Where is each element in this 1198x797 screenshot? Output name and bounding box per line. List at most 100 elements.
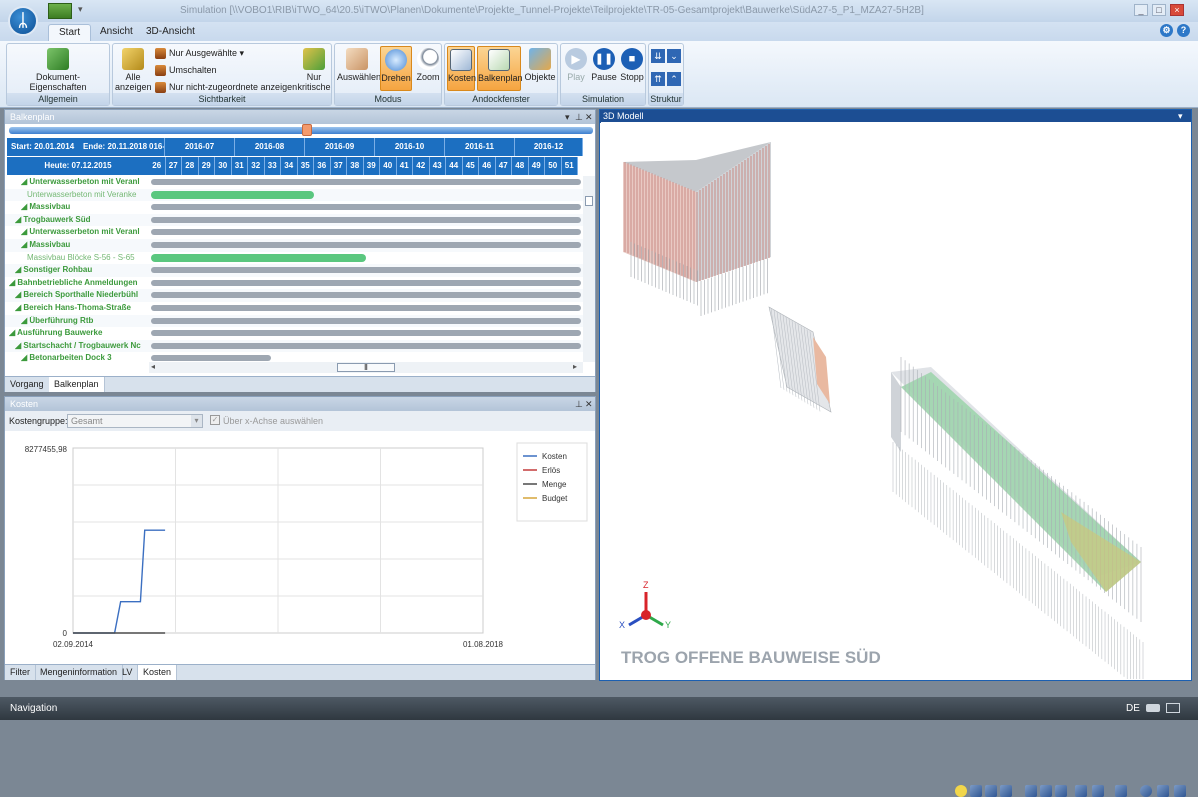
gantt-bar[interactable] <box>151 355 272 362</box>
tab-filter[interactable]: Filter <box>5 665 36 680</box>
app-logo[interactable]: ᛦ <box>8 6 38 36</box>
gantt-bar[interactable] <box>151 216 581 223</box>
gantt-row[interactable]: ◢ Sonstiger Rohbau <box>5 264 583 277</box>
scroll-left-icon[interactable]: ◂ <box>151 362 155 371</box>
gantt-bar[interactable] <box>151 190 315 199</box>
gantt-bar[interactable] <box>151 204 581 211</box>
gantt-bar[interactable] <box>151 317 581 324</box>
drehen-button[interactable]: Drehen <box>380 46 412 91</box>
gantt-row-label[interactable]: ◢ Sonstiger Rohbau <box>15 265 149 277</box>
gantt-row[interactable]: ◢ Überführung Rtb <box>5 314 583 328</box>
tab-balkenplan[interactable]: Balkenplan <box>49 377 105 392</box>
collapse-all-icon[interactable]: ⇈ <box>651 72 665 86</box>
gantt-hscrollbar[interactable]: ◂ Ⅱ ▸ <box>149 362 583 373</box>
gantt-bar[interactable] <box>151 279 581 286</box>
gantt-row[interactable]: ◢ Bahnbetriebliche Anmeldungen <box>5 277 583 290</box>
gantt-bar[interactable] <box>151 242 581 248</box>
view-back-icon[interactable] <box>1040 785 1052 797</box>
expand-all-icon[interactable]: ⇊ <box>651 49 665 63</box>
gantt-row-label[interactable]: Unterwasserbeton mit Veranke <box>27 190 149 202</box>
measure-icon[interactable] <box>1000 785 1012 797</box>
view-left-icon[interactable] <box>1075 785 1087 797</box>
bauteil-block-links[interactable] <box>623 142 771 316</box>
gantt-row[interactable]: ◢ Trogbauwerk Süd <box>5 213 583 227</box>
quick-access-menu-icon[interactable]: ▾ <box>78 4 83 15</box>
maximize-button[interactable]: □ <box>1152 4 1166 16</box>
gantt-bar[interactable] <box>151 267 581 274</box>
nur-kritische-button[interactable]: Nur kritische <box>297 48 331 92</box>
collapse-icon[interactable]: ⌃ <box>667 72 681 86</box>
nicht-zugeordnete-button[interactable]: Nur nicht-zugeordnete anzeigen <box>155 82 297 94</box>
chevron-down-icon[interactable]: ▾ <box>191 415 202 427</box>
kosten-pin-icon[interactable]: ⊥ <box>575 397 583 411</box>
kosten-button[interactable]: Kosten <box>447 46 476 91</box>
export-icon[interactable] <box>1174 785 1186 797</box>
panel-close-icon[interactable]: ✕ <box>585 110 593 124</box>
alle-anzeigen-button[interactable]: Alle anzeigen <box>115 48 152 92</box>
tab-vorgang[interactable]: Vorgang <box>5 377 50 392</box>
umschalten-button[interactable]: Umschalten <box>155 65 217 77</box>
gantt-row[interactable]: ◢ Unterwasserbeton mit Veranl <box>5 176 583 189</box>
panel-dropdown-icon[interactable]: ▾ <box>565 110 570 124</box>
gantt-row-label[interactable]: ◢ Ausführung Bauwerke <box>9 328 149 340</box>
gantt-vscroll-thumb[interactable] <box>585 196 593 206</box>
timeline-slider-thumb[interactable] <box>301 124 312 136</box>
dokument-eigenschaften-button[interactable]: Dokument-Eigenschaften <box>9 48 107 92</box>
close-button[interactable]: × <box>1170 4 1184 16</box>
view-top-icon[interactable] <box>1055 785 1067 797</box>
gantt-row-label[interactable]: ◢ Trogbauwerk Süd <box>15 215 149 227</box>
bauteil-block-mitte[interactable] <box>768 306 832 413</box>
kosten-close-icon[interactable]: ✕ <box>585 397 593 411</box>
x-achse-checkbox[interactable]: ✓ <box>210 415 220 425</box>
auswaehlen-button[interactable]: Auswählen <box>337 48 381 82</box>
kostengruppe-select[interactable]: Gesamt ▾ <box>67 414 203 428</box>
gantt-bar[interactable] <box>151 330 581 337</box>
gantt-row-label[interactable]: ◢ Massivbau <box>21 202 149 214</box>
tab-ansicht[interactable]: Ansicht <box>90 24 143 41</box>
tab-3d-ansicht[interactable]: 3D-Ansicht <box>136 24 205 41</box>
lightbulb-icon[interactable] <box>955 785 967 797</box>
gantt-bar[interactable] <box>151 229 581 236</box>
delete-icon[interactable] <box>985 785 997 797</box>
gantt-row[interactable]: ◢ Massivbau <box>5 239 583 252</box>
view-front-icon[interactable] <box>1025 785 1037 797</box>
screen-icon[interactable] <box>1166 703 1180 713</box>
gantt-row[interactable]: ◢ Ausführung Bauwerke <box>5 327 583 340</box>
settings-icon[interactable]: ⚙ <box>1160 24 1173 37</box>
scroll-right-icon[interactable]: ▸ <box>573 362 577 371</box>
trog-bauwerk-sued[interactable] <box>891 357 1144 692</box>
stopp-button[interactable]: ■ Stopp <box>619 48 645 82</box>
gantt-row-label[interactable]: ◢ Bereich Sporthalle Niederbühl <box>15 290 149 302</box>
keyboard-icon[interactable] <box>1146 704 1160 712</box>
play-button[interactable]: ▶ Play <box>563 48 589 82</box>
timeline-slider[interactable] <box>9 124 593 136</box>
gantt-bar[interactable] <box>151 179 581 185</box>
gantt-bar[interactable] <box>151 342 581 349</box>
tab-start[interactable]: Start <box>48 24 92 41</box>
walk-icon[interactable] <box>970 785 982 797</box>
balkenplan-button[interactable]: Balkenplan <box>477 46 523 91</box>
gantt-row-label[interactable]: ◢ Bahnbetriebliche Anmeldungen <box>9 278 149 290</box>
info-icon[interactable] <box>1140 785 1152 797</box>
layers-icon[interactable] <box>1157 785 1169 797</box>
gantt-row-label[interactable]: ◢ Unterwasserbeton mit Veranl <box>21 227 149 239</box>
gantt-bar[interactable] <box>151 305 581 311</box>
objekte-button[interactable]: Objekte <box>523 48 557 82</box>
3d-viewport[interactable]: Z X Y TROG OFFENE BAUWEISE SÜD <box>601 122 1191 797</box>
gantt-row-label[interactable]: ◢ Überführung Rtb <box>21 316 149 328</box>
gantt-bar[interactable] <box>151 253 366 262</box>
panel-pin-icon[interactable]: ⊥ <box>575 110 583 124</box>
gantt-row-label[interactable]: ◢ Bereich Hans-Thoma-Straße <box>15 303 149 315</box>
gantt-row-label[interactable]: ◢ Massivbau <box>21 240 149 252</box>
gantt-row-label[interactable]: ◢ Betonarbeiten Dock 3 <box>21 353 149 362</box>
gantt-bar[interactable] <box>151 292 581 299</box>
quick-access-save-icon[interactable] <box>48 3 72 19</box>
help-icon[interactable]: ? <box>1177 24 1190 37</box>
view-right-icon[interactable] <box>1092 785 1104 797</box>
tab-kosten[interactable]: Kosten <box>138 665 178 680</box>
gantt-row[interactable]: ◢ Massivbau <box>5 201 583 214</box>
gantt-row[interactable]: ◢ Betonarbeiten Dock 3 <box>5 352 583 362</box>
gantt-row[interactable]: Massivbau Blöcke S-56 - S-65 <box>5 252 583 265</box>
minimize-button[interactable]: _ <box>1134 4 1148 16</box>
zoom-button[interactable]: Zoom <box>414 48 442 82</box>
